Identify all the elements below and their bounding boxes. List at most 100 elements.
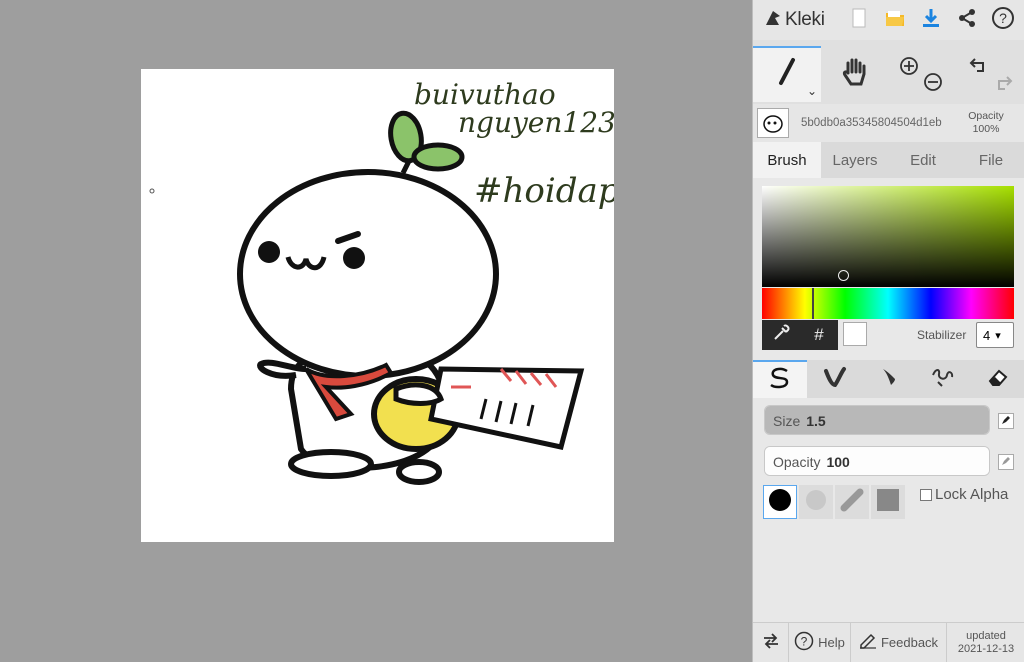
swap-arrows-icon [762, 632, 780, 653]
tip-round-hard[interactable] [763, 485, 797, 519]
brush-panel: # Stabilizer 4 ▾ Size 1.5 Opacity 100 Lo… [753, 178, 1024, 624]
layer-opacity: Opacity 100% [961, 110, 1011, 136]
download-icon [922, 8, 940, 33]
drawing-artwork: buivuthao nguyen123 #hoidap [149, 78, 620, 485]
top-bar: Kleki ? [753, 0, 1024, 40]
opacity-value: 100 [826, 454, 850, 470]
layer-name: 5b0db0a35345804504d1eb [801, 117, 942, 129]
redo-icon[interactable] [993, 74, 1013, 97]
share-button[interactable] [949, 0, 985, 40]
tool-bar: ⌄ [753, 46, 1024, 102]
stabilizer-value: 4 [983, 327, 991, 343]
panel-tabs: Brush Layers Edit File [753, 142, 1024, 178]
size-slider-text: Size 1.5 [773, 413, 826, 429]
svg-text:?: ? [999, 10, 1007, 26]
drawing-text-line-3: #hoidap [474, 171, 614, 211]
help-label: Help [818, 635, 845, 650]
help-link[interactable]: ? Help [789, 622, 851, 662]
tip-square[interactable] [871, 485, 905, 519]
feedback-pencil-icon [859, 633, 877, 652]
round-soft-tip-icon [804, 488, 828, 517]
brush-type-pixel[interactable] [916, 360, 970, 398]
download-button[interactable] [913, 0, 949, 40]
zoom-in-icon[interactable] [899, 56, 919, 81]
chevron-down-icon: ⌄ [806, 84, 817, 98]
side-panel: Kleki ? ⌄ 5b0db0a35345804504d1eb Opacity… [752, 0, 1024, 662]
eraser-icon [986, 366, 1010, 393]
drawing-canvas[interactable]: buivuthao nguyen123 #hoidap [141, 69, 620, 542]
history-buttons [957, 46, 1024, 102]
eyedropper-icon [772, 324, 790, 347]
eyedropper-button[interactable] [762, 320, 800, 350]
saturation-value-picker[interactable] [762, 186, 1014, 287]
stabilizer-label: Stabilizer [917, 328, 967, 342]
hex-input-button[interactable]: # [800, 320, 838, 350]
share-icon [957, 8, 977, 33]
tab-edit[interactable]: Edit [889, 142, 957, 178]
brush-tool-button[interactable]: ⌄ [753, 46, 821, 102]
tab-file[interactable]: File [957, 142, 1024, 178]
tip-chisel[interactable] [835, 485, 869, 519]
canvas-area[interactable]: buivuthao nguyen123 #hoidap [0, 0, 752, 662]
size-slider[interactable]: Size 1.5 [764, 405, 990, 435]
help-button[interactable]: ? [985, 0, 1021, 40]
pen-brush-icon [767, 366, 793, 395]
brush-type-eraser[interactable] [971, 360, 1024, 398]
size-pressure-toggle[interactable] [998, 413, 1014, 429]
help-circle-icon: ? [794, 631, 814, 654]
hand-tool-button[interactable] [821, 46, 889, 102]
opacity-pressure-toggle[interactable] [998, 454, 1014, 470]
layer-opacity-value: 100% [972, 123, 1000, 135]
primary-color-swatch[interactable] [843, 322, 867, 346]
lock-alpha-checkbox[interactable]: Lock Alpha [920, 486, 1008, 503]
brush-type-pen[interactable] [753, 360, 808, 398]
drawing-text-line-2: nguyen123 [458, 106, 614, 139]
open-folder-icon [885, 9, 905, 32]
round-hard-tip-icon [768, 488, 792, 517]
pen-pressure-icon [1001, 453, 1011, 471]
open-file-button[interactable] [877, 0, 913, 40]
hue-slider[interactable] [762, 288, 1014, 319]
brush-type-blend[interactable] [807, 360, 861, 398]
opacity-label: Opacity [773, 454, 821, 470]
pixel-brush-icon [930, 365, 956, 394]
swap-sides-button[interactable] [753, 622, 789, 662]
zoom-buttons [889, 46, 957, 102]
brush-type-tabs [753, 360, 1024, 398]
kleki-logo-icon [763, 8, 783, 33]
blend-brush-icon [823, 365, 847, 394]
opacity-slider[interactable]: Opacity 100 [764, 446, 990, 476]
svg-text:?: ? [801, 635, 808, 649]
pen-pressure-icon [1001, 412, 1011, 430]
help-circle-icon: ? [991, 6, 1015, 35]
chisel-tip-icon [840, 488, 864, 517]
tab-layers[interactable]: Layers [821, 142, 889, 178]
app-name: Kleki [785, 9, 825, 30]
layer-opacity-label: Opacity [968, 110, 1004, 122]
tip-round-soft[interactable] [799, 485, 833, 519]
layer-thumbnail [757, 108, 789, 138]
feedback-label: Feedback [880, 635, 939, 650]
sv-picker-cursor[interactable] [838, 270, 849, 281]
brush-type-sketchy[interactable] [862, 360, 916, 398]
new-file-button[interactable] [841, 0, 877, 40]
opacity-slider-text: Opacity 100 [773, 454, 850, 470]
size-value: 1.5 [806, 413, 826, 429]
stabilizer-select[interactable]: 4 ▾ [976, 322, 1014, 348]
lock-alpha-box[interactable] [920, 488, 932, 501]
feedback-link[interactable]: Feedback [851, 622, 947, 662]
new-file-icon [852, 8, 866, 33]
updated-info[interactable]: updated 2021-12-13 [947, 630, 1024, 656]
current-layer-row[interactable]: 5b0db0a35345804504d1eb Opacity 100% [753, 104, 1024, 142]
chevron-down-icon: ▾ [995, 329, 1001, 342]
zoom-out-icon[interactable] [923, 72, 943, 97]
square-tip-icon [876, 488, 900, 517]
bottom-bar: ? Help Feedback updated 2021-12-13 [753, 622, 1024, 662]
updated-date: 2021-12-13 [957, 642, 1015, 655]
app-logo[interactable]: Kleki [753, 8, 841, 33]
size-label: Size [773, 413, 801, 429]
tab-brush[interactable]: Brush [753, 142, 821, 178]
color-tools: # Stabilizer 4 ▾ [762, 320, 1014, 350]
hue-slider-handle[interactable] [812, 288, 814, 319]
undo-icon[interactable] [969, 56, 989, 79]
